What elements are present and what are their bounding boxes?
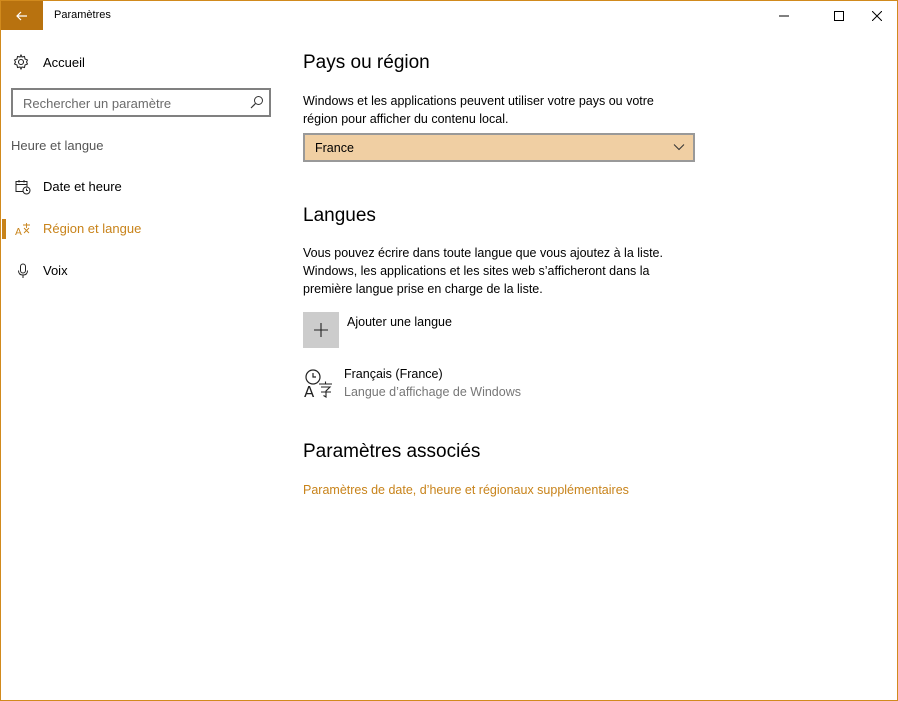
gear-icon xyxy=(13,54,29,70)
close-button[interactable] xyxy=(854,1,898,30)
maximize-icon xyxy=(833,10,844,21)
title-bar: Paramètres xyxy=(1,1,897,30)
search-icon[interactable] xyxy=(250,95,264,114)
chevron-down-icon xyxy=(673,144,685,151)
back-button[interactable] xyxy=(1,1,43,30)
microphone-icon xyxy=(18,263,28,278)
search-placeholder: Rechercher un paramètre xyxy=(23,96,172,111)
minimize-icon xyxy=(778,15,789,16)
active-indicator xyxy=(2,219,6,239)
window-title: Paramètres xyxy=(54,9,111,21)
region-language-icon: A xyxy=(15,223,30,237)
settings-window: Paramètres Accueil Rechercher un paramèt… xyxy=(0,0,898,701)
svg-text:A: A xyxy=(15,227,22,237)
languages-description-line2: Windows, les applications et les sites w… xyxy=(303,264,650,278)
country-dropdown-value: France xyxy=(315,141,354,155)
language-name[interactable]: Français (France) xyxy=(344,367,443,381)
add-language-button[interactable] xyxy=(303,312,339,348)
languages-description-line1: Vous pouvez écrire dans toute langue que… xyxy=(303,246,663,260)
language-subtitle: Langue d’affichage de Windows xyxy=(344,385,521,399)
related-settings-heading: Paramètres associés xyxy=(303,441,481,462)
search-input[interactable]: Rechercher un paramètre xyxy=(11,88,271,117)
additional-date-time-regional-link[interactable]: Paramètres de date, d’heure et régionaux… xyxy=(303,483,629,497)
svg-text:A: A xyxy=(304,383,315,399)
languages-heading: Langues xyxy=(303,205,376,226)
sidebar-item-region-langue[interactable]: A Région et langue xyxy=(1,214,281,244)
region-description-line1: Windows et les applications peuvent util… xyxy=(303,94,654,108)
sidebar-item-label: Date et heure xyxy=(43,179,122,194)
language-icon: A xyxy=(304,369,332,399)
calendar-clock-icon xyxy=(15,180,31,195)
back-arrow-icon xyxy=(16,11,27,20)
sidebar-item-date-heure[interactable]: Date et heure xyxy=(1,172,281,202)
close-icon xyxy=(871,10,882,21)
region-heading: Pays ou région xyxy=(303,52,430,73)
nav-home[interactable]: Accueil xyxy=(13,52,85,72)
sidebar-item-label: Région et langue xyxy=(43,221,142,236)
sidebar-item-label: Voix xyxy=(43,263,68,278)
languages-description-line3: première langue prise en charge de la li… xyxy=(303,282,543,296)
add-language-label[interactable]: Ajouter une langue xyxy=(347,315,452,329)
minimize-button[interactable] xyxy=(761,1,806,30)
nav-home-label: Accueil xyxy=(43,54,85,70)
nav-section-title: Heure et langue xyxy=(11,138,104,153)
country-dropdown[interactable]: France xyxy=(303,133,695,162)
region-description-line2: région pour afficher du contenu local. xyxy=(303,112,509,126)
sidebar-item-voix[interactable]: Voix xyxy=(1,256,281,286)
plus-icon xyxy=(314,323,328,337)
